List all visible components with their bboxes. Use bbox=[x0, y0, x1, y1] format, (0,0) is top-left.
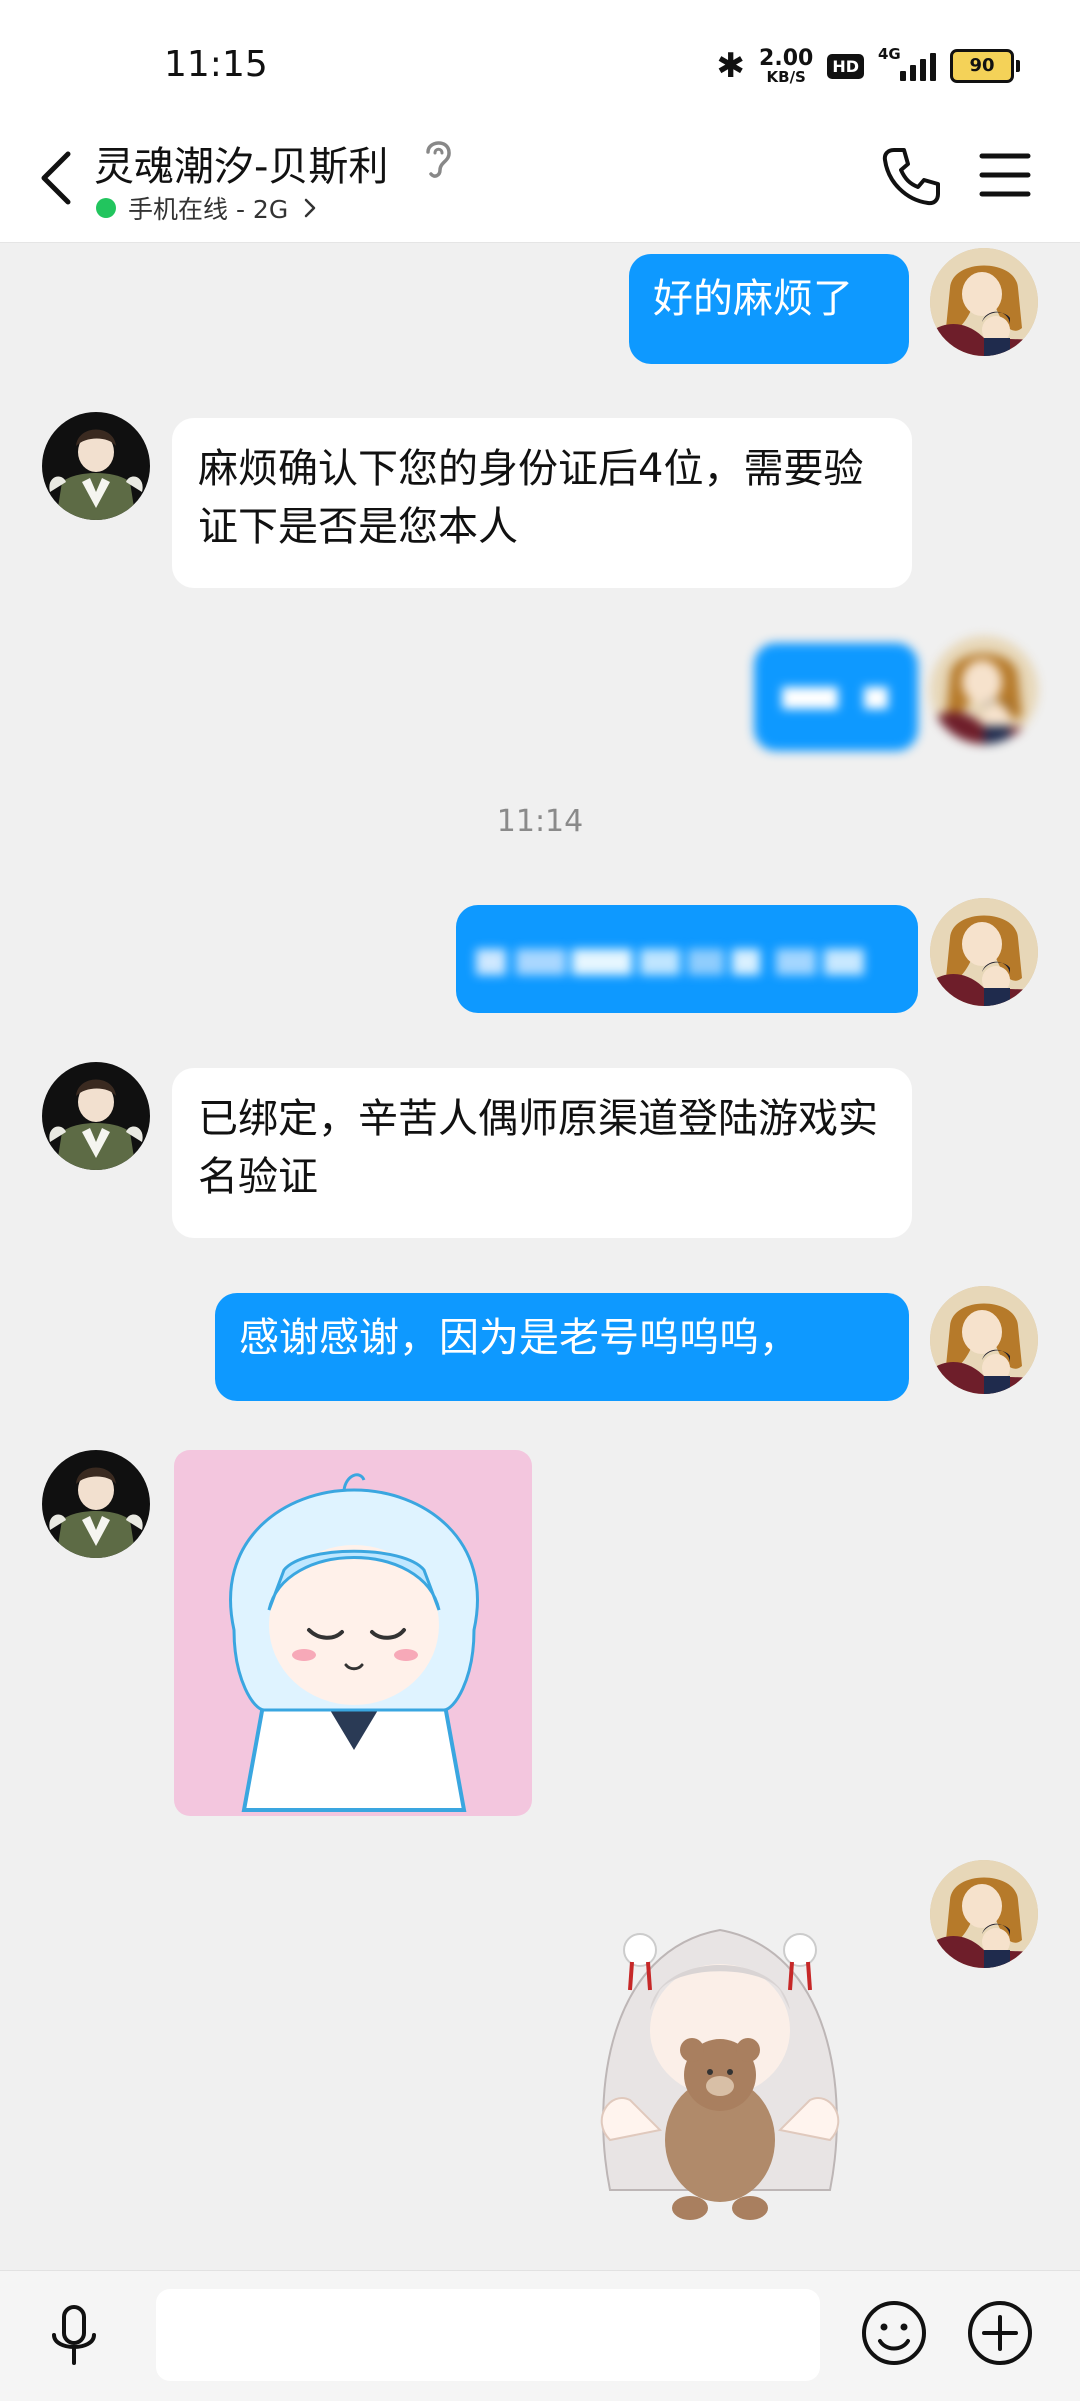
hd-icon: HD bbox=[827, 53, 864, 79]
message-input[interactable] bbox=[156, 2289, 820, 2381]
sticker-girl-blue-hair bbox=[174, 1450, 532, 1816]
sticker-image[interactable] bbox=[570, 1890, 870, 2230]
message-text: 感谢感谢，因为是老号呜呜呜， bbox=[239, 1315, 799, 1361]
redacted-content bbox=[476, 949, 864, 975]
timestamp: 11:14 bbox=[496, 804, 584, 839]
my-avatar[interactable] bbox=[930, 248, 1038, 356]
message-bubble-incoming[interactable]: 已绑定，辛苦人偶师原渠道登陆游戏实名验证 bbox=[172, 1068, 912, 1238]
chevron-right-icon bbox=[304, 198, 316, 218]
network-speed-value: 2.00 bbox=[759, 45, 814, 71]
sticker-image[interactable] bbox=[174, 1450, 532, 1816]
avatar-image bbox=[930, 898, 1038, 1006]
contact-avatar[interactable] bbox=[42, 1450, 150, 1558]
contact-avatar[interactable] bbox=[42, 412, 150, 520]
signal-icon: 4G bbox=[878, 45, 936, 81]
avatar-image bbox=[930, 1860, 1038, 1968]
avatar-image bbox=[930, 1286, 1038, 1394]
my-avatar[interactable] bbox=[930, 1286, 1038, 1394]
message-bubble-outgoing[interactable]: 好的麻烦了 bbox=[629, 254, 909, 364]
sticker-girl-with-bear bbox=[600, 1928, 840, 2220]
network-speed: 2.00 KB/S bbox=[759, 45, 814, 86]
my-avatar[interactable] bbox=[930, 898, 1038, 1006]
emoji-icon[interactable] bbox=[858, 2297, 930, 2369]
status-bar: 11:15 ✱ 2.00 KB/S HD 4G 90 bbox=[0, 0, 1080, 120]
message-text: 麻烦确认下您的身份证后4位，需要验证下是否是您本人 bbox=[198, 446, 864, 550]
menu-icon[interactable] bbox=[978, 150, 1032, 200]
message-text: 已绑定，辛苦人偶师原渠道登陆游戏实名验证 bbox=[198, 1096, 878, 1200]
battery-level: 90 bbox=[950, 49, 1014, 83]
network-type: 4G bbox=[878, 45, 901, 63]
avatar-image bbox=[42, 412, 150, 520]
my-avatar[interactable] bbox=[930, 1860, 1038, 1968]
message-bubble-outgoing-redacted[interactable] bbox=[754, 643, 918, 751]
message-bubble-incoming[interactable]: 麻烦确认下您的身份证后4位，需要验证下是否是您本人 bbox=[172, 418, 912, 588]
network-speed-unit: KB/S bbox=[766, 67, 806, 86]
input-bar bbox=[0, 2270, 1080, 2401]
contact-name[interactable]: 灵魂潮汐-贝斯利 bbox=[94, 134, 388, 192]
presence-status[interactable]: 手机在线 - 2G bbox=[96, 190, 320, 226]
avatar-image bbox=[930, 248, 1038, 356]
message-text: 好的麻烦了 bbox=[653, 276, 853, 322]
battery-icon: 90 bbox=[950, 49, 1020, 83]
presence-text: 手机在线 - 2G bbox=[128, 195, 289, 224]
status-time: 11:15 bbox=[164, 44, 268, 85]
avatar-image bbox=[42, 1062, 150, 1170]
avatar-image bbox=[930, 636, 1038, 744]
phone-call-icon[interactable] bbox=[880, 146, 942, 208]
message-bubble-outgoing-redacted[interactable] bbox=[456, 905, 918, 1013]
contact-avatar[interactable] bbox=[42, 1062, 150, 1170]
back-arrow-icon[interactable] bbox=[34, 148, 84, 208]
bluetooth-icon: ✱ bbox=[716, 46, 746, 86]
chat-header: 灵魂潮汐-贝斯利 手机在线 - 2G bbox=[0, 120, 1080, 243]
microphone-icon[interactable] bbox=[44, 2301, 104, 2371]
my-avatar[interactable] bbox=[930, 636, 1038, 744]
message-bubble-outgoing[interactable]: 感谢感谢，因为是老号呜呜呜， bbox=[215, 1293, 909, 1401]
plus-circle-icon[interactable] bbox=[964, 2297, 1036, 2369]
ear-icon[interactable] bbox=[418, 134, 458, 182]
status-icons: ✱ 2.00 KB/S HD 4G 90 bbox=[716, 45, 1020, 86]
online-dot-icon bbox=[96, 198, 116, 218]
avatar-image bbox=[42, 1450, 150, 1558]
